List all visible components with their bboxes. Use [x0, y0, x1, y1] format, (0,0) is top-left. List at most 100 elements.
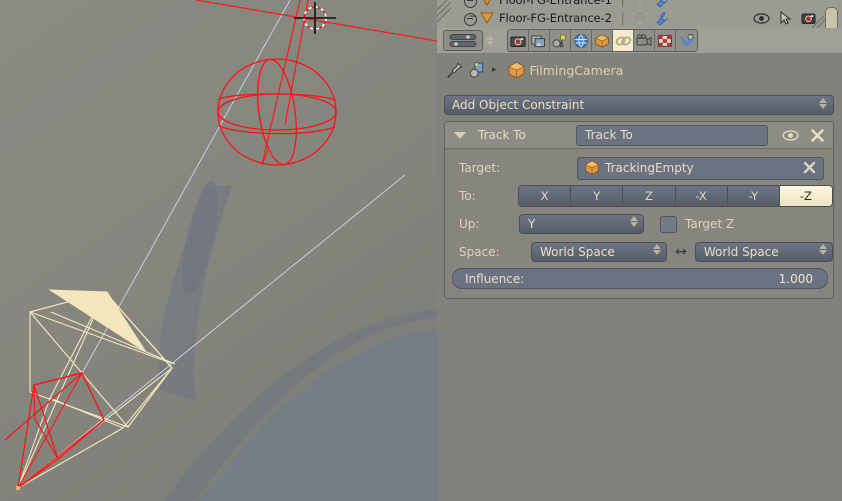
x-clear-icon[interactable] [803, 161, 816, 174]
tab-render-layers[interactable] [529, 30, 550, 51]
eye-visibility-icon[interactable] [753, 12, 770, 25]
physics-camera-icon [636, 33, 652, 46]
wrench-check-icon [679, 33, 694, 46]
chevron-down-icon [486, 41, 494, 46]
tab-object[interactable] [592, 30, 613, 51]
add-constraint-label: Add Object Constraint [452, 98, 585, 112]
to-option-y[interactable]: Y [571, 186, 624, 206]
camera-origin-point [16, 486, 20, 490]
constraint-name-field[interactable]: Track To [576, 124, 768, 146]
camera-icon [510, 36, 526, 47]
constraint-panel-header[interactable]: Track To Track To [445, 122, 833, 149]
breadcrumb: ▸ FilmingCamera [437, 53, 842, 87]
space-label: Space: [459, 245, 500, 259]
up-axis-value: Y [528, 217, 536, 231]
triangle-down-icon[interactable] [454, 131, 466, 139]
expand-toggle-icon[interactable] [463, 0, 477, 8]
constraint-space-row: Space: World Space ↔ World Space [445, 240, 833, 264]
dropdown-spinner-icon [653, 244, 662, 255]
tab-modifiers[interactable] [676, 30, 697, 51]
globe-icon [574, 33, 588, 48]
outliner-editor[interactable]: Floor-FG-Entrance-1 | Floor-FG-Entrance-… [437, 0, 842, 28]
tab-constraints[interactable] [613, 30, 634, 51]
to-option-neg-x[interactable]: -X [675, 186, 728, 206]
properties-header [437, 28, 842, 53]
to-axis-segmented-control: X Y Z -X -Y -Z [518, 185, 833, 207]
target-object-field[interactable]: TrackingEmpty [577, 156, 824, 180]
editor-type-spinner[interactable] [484, 31, 496, 50]
chevron-down-icon [653, 250, 662, 255]
chevron-up-icon [819, 98, 827, 103]
cursor-selectable-icon[interactable] [779, 11, 792, 25]
outliner-divider: | [620, 11, 625, 25]
mesh-triangle-icon [483, 0, 491, 6]
chain-link-icon [615, 36, 631, 45]
tab-scene[interactable] [550, 30, 571, 51]
constraint-name-value: Track To [585, 128, 633, 142]
target-space-value: World Space [703, 245, 779, 259]
outliner-item-label: Floor-FG-Entrance-2 [499, 11, 612, 25]
outliner-divider: | [620, 0, 625, 7]
chevron-up-icon [486, 35, 494, 40]
target-label: Target: [459, 161, 501, 175]
editor-resize-handle[interactable] [810, 16, 826, 28]
chevron-down-icon [819, 250, 827, 255]
mesh-data-icon[interactable] [632, 0, 648, 7]
wrench-icon[interactable] [653, 0, 670, 8]
swap-spaces-icon[interactable]: ↔ [675, 245, 687, 259]
up-label: Up: [459, 217, 480, 231]
expand-toggle-icon[interactable] [463, 12, 477, 26]
constraint-target-row: Target: TrackingEmpty [445, 156, 833, 180]
chevron-up-icon [819, 244, 827, 249]
target-z-label: Target Z [685, 217, 735, 231]
to-option-neg-y[interactable]: -Y [727, 186, 780, 206]
constraint-up-row: Up: Y Target Z [445, 212, 833, 236]
outliner-row-2[interactable]: Floor-FG-Entrance-2 | [437, 7, 842, 28]
3d-viewport[interactable] [0, 0, 437, 501]
mesh-data-icon[interactable] [632, 11, 648, 25]
to-option-neg-z[interactable]: -Z [779, 186, 832, 206]
influence-value: 1.000 [778, 271, 813, 286]
tab-physics[interactable] [634, 30, 655, 51]
pin-icon[interactable] [445, 61, 464, 80]
constraint-type-label: Track To [478, 128, 526, 142]
wrench-icon[interactable] [653, 11, 670, 26]
cube-icon [594, 33, 610, 48]
to-option-x[interactable]: X [519, 186, 572, 206]
chevron-down-icon [819, 104, 827, 109]
owner-space-value: World Space [539, 245, 615, 259]
to-label: To: [459, 189, 476, 203]
target-z-checkbox[interactable] [660, 215, 677, 233]
constraint-to-row: To: X Y Z -X -Y -Z [445, 184, 833, 208]
mesh-triangle-icon [480, 12, 494, 24]
viewport-canvas [0, 0, 437, 501]
properties-tab-group [507, 29, 698, 52]
cube-icon [584, 160, 600, 175]
breadcrumb-separator: ▸ [492, 65, 497, 75]
up-axis-dropdown[interactable]: Y [519, 214, 644, 234]
influence-label: Influence: [465, 271, 525, 286]
eye-icon[interactable] [782, 127, 799, 144]
tab-render[interactable] [508, 30, 529, 51]
breadcrumb-object-name: FilmingCamera [529, 62, 624, 78]
tab-world[interactable] [571, 30, 592, 51]
x-close-icon[interactable] [810, 128, 825, 143]
influence-slider[interactable]: Influence: 1.000 [452, 268, 828, 289]
chevron-up-icon [630, 216, 638, 221]
add-object-constraint-dropdown[interactable]: Add Object Constraint [444, 95, 834, 115]
tab-texture[interactable] [655, 30, 676, 51]
browse-id-icon[interactable] [468, 61, 487, 80]
outliner-scrollbar[interactable] [825, 7, 838, 28]
properties-editor-icon [449, 34, 477, 47]
target-object-name: TrackingEmpty [605, 161, 694, 175]
to-option-z[interactable]: Z [623, 186, 676, 206]
blender-window: Floor-FG-Entrance-1 | Floor-FG-Entrance-… [0, 0, 842, 501]
owner-space-dropdown[interactable]: World Space [530, 242, 668, 262]
dropdown-spinner-icon [630, 216, 638, 227]
editor-type-selector[interactable] [443, 30, 483, 51]
target-space-dropdown[interactable]: World Space [694, 242, 833, 262]
outliner-row-1[interactable]: Floor-FG-Entrance-1 | [437, 0, 842, 9]
constraint-panel-track-to: Track To Track To Target: TrackingEmpty … [444, 121, 834, 299]
checker-icon [657, 34, 672, 47]
dropdown-spinner-icon [819, 244, 827, 255]
